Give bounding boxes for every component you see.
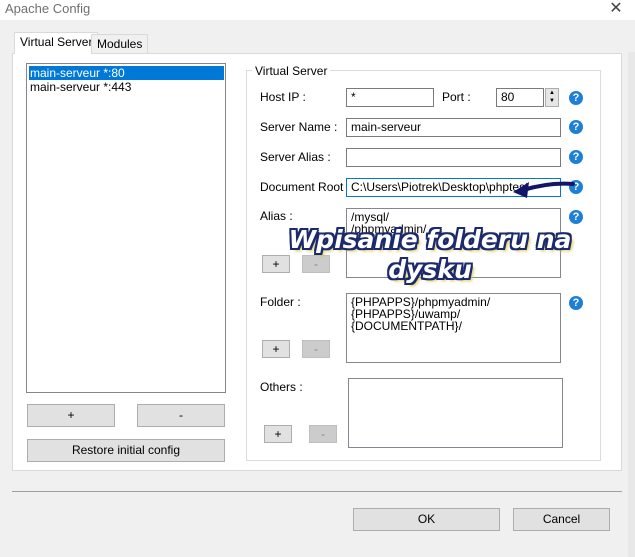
others-textarea[interactable]: [348, 378, 563, 448]
cancel-button[interactable]: Cancel: [513, 508, 610, 531]
add-others-button[interactable]: +: [264, 425, 292, 443]
vhost-list[interactable]: main-serveur *:80 main-serveur *:443: [26, 63, 226, 393]
active-tab-joint: [15, 52, 91, 54]
host-ip-field[interactable]: *: [346, 88, 434, 107]
stepper-down-icon[interactable]: ▼: [546, 97, 558, 105]
annotation-line-2: dysku: [388, 255, 472, 284]
tab-modules[interactable]: Modules: [91, 34, 149, 54]
server-name-label: Server Name :: [260, 120, 338, 134]
help-icon[interactable]: ?: [569, 296, 583, 310]
host-ip-label: Host IP :: [260, 90, 306, 104]
annotation-line-1: Wpisanie folderu na: [288, 225, 572, 254]
ok-button[interactable]: OK: [353, 508, 500, 531]
help-icon[interactable]: ?: [569, 150, 583, 164]
stepper-up-icon[interactable]: ▲: [546, 89, 558, 97]
document-root-label: Document Root :: [260, 180, 351, 194]
add-vhost-button[interactable]: +: [27, 404, 115, 427]
list-item[interactable]: main-serveur *:80: [29, 66, 224, 80]
server-name-field[interactable]: main-serveur: [346, 118, 561, 137]
server-alias-field[interactable]: [346, 148, 561, 167]
help-icon[interactable]: ?: [569, 91, 583, 105]
port-label: Port :: [442, 90, 471, 104]
title-bar: [0, 0, 635, 20]
port-stepper[interactable]: ▲ ▼: [545, 88, 559, 107]
footer-separator: [12, 491, 622, 492]
add-folder-button[interactable]: +: [262, 340, 290, 358]
restore-config-button[interactable]: Restore initial config: [27, 439, 225, 462]
close-icon[interactable]: ✕: [606, 0, 626, 19]
window-title: Apache Config: [5, 1, 91, 16]
others-label: Others :: [260, 380, 303, 394]
port-field[interactable]: 80: [496, 88, 544, 107]
background-window-edge: [628, 52, 635, 557]
server-alias-label: Server Alias :: [260, 150, 331, 164]
folder-label: Folder :: [260, 295, 301, 309]
tab-virtual-server[interactable]: Virtual Server: [14, 32, 99, 54]
folder-textarea[interactable]: {PHPAPPS}/phpmyadmin/ {PHPAPPS}/uwamp/ {…: [346, 293, 561, 363]
remove-others-button[interactable]: -: [309, 425, 337, 443]
group-title: Virtual Server: [252, 64, 331, 78]
annotation-arrow-icon: [513, 181, 575, 198]
alias-label: Alias :: [260, 209, 293, 223]
help-icon[interactable]: ?: [569, 120, 583, 134]
remove-folder-button[interactable]: -: [302, 340, 330, 358]
list-item[interactable]: main-serveur *:443: [29, 80, 224, 94]
help-icon[interactable]: ?: [569, 210, 583, 224]
remove-vhost-button[interactable]: -: [137, 404, 225, 427]
